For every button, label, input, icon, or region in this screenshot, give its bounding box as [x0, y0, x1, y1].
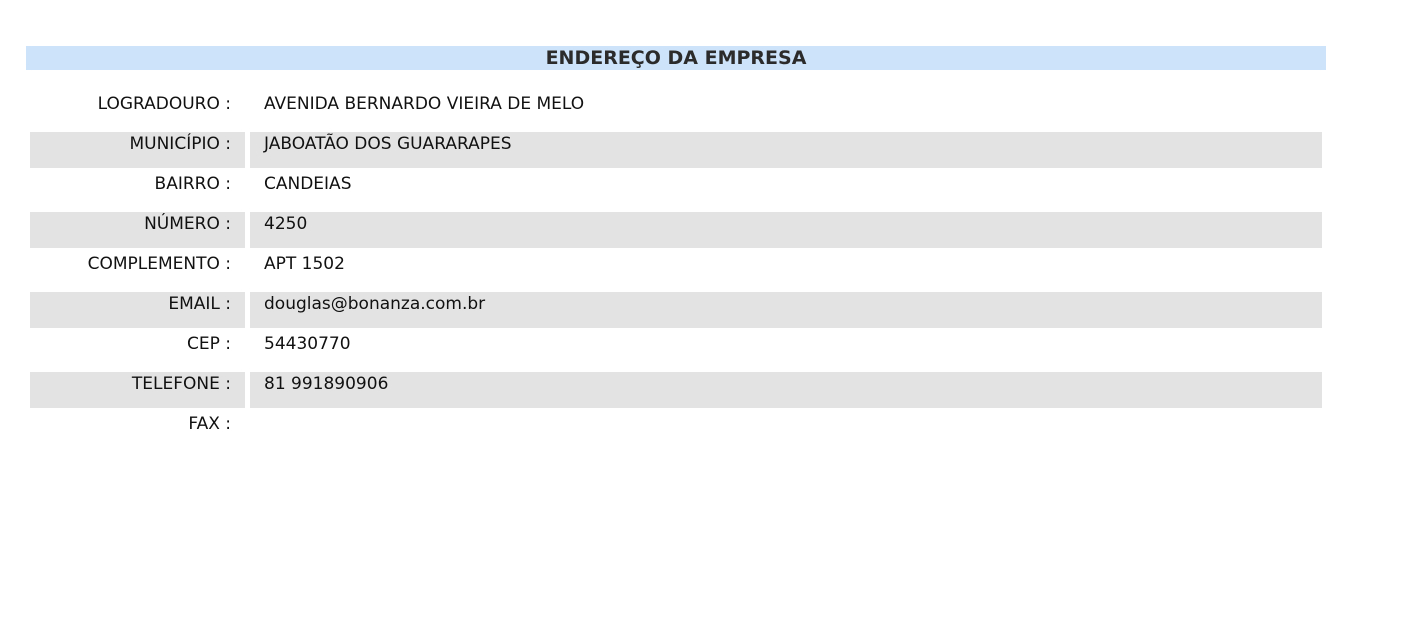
field-value: APT 1502 [264, 254, 345, 274]
field-label: TELEFONE : [30, 372, 245, 408]
field-label: FAX : [188, 414, 231, 434]
field-row-cep: CEP : 54430770 [30, 332, 1322, 368]
field-value: 4250 [250, 212, 1322, 248]
company-address-section: ENDEREÇO DA EMPRESA [26, 46, 1326, 70]
field-label: COMPLEMENTO : [87, 254, 231, 274]
section-title: ENDEREÇO DA EMPRESA [26, 46, 1326, 70]
field-value: 81 991890906 [250, 372, 1322, 408]
field-label: NÚMERO : [30, 212, 245, 248]
field-row-complemento: COMPLEMENTO : APT 1502 [30, 252, 1322, 288]
field-row-fax: FAX : [30, 412, 1322, 448]
field-row-telefone: TELEFONE : 81 991890906 [30, 372, 1322, 408]
field-row-municipio: MUNICÍPIO : JABOATÃO DOS GUARARAPES [30, 132, 1322, 168]
field-row-logradouro: LOGRADOURO : AVENIDA BERNARDO VIEIRA DE … [30, 92, 1322, 132]
field-value: AVENIDA BERNARDO VIEIRA DE MELO [264, 94, 585, 114]
field-row-email: EMAIL : douglas@bonanza.com.br [30, 292, 1322, 328]
field-label: EMAIL : [30, 292, 245, 328]
field-value [250, 412, 1322, 448]
field-row-bairro: BAIRRO : CANDEIAS [30, 172, 1322, 208]
field-label: MUNICÍPIO : [30, 132, 245, 168]
field-value: CANDEIAS [264, 174, 352, 194]
field-label: CEP : [187, 334, 231, 354]
field-label: BAIRRO : [154, 174, 231, 194]
field-value: 54430770 [264, 334, 351, 354]
field-label: LOGRADOURO : [97, 94, 231, 114]
field-value: douglas@bonanza.com.br [250, 292, 1322, 328]
field-value: JABOATÃO DOS GUARARAPES [250, 132, 1322, 168]
field-row-numero: NÚMERO : 4250 [30, 212, 1322, 248]
